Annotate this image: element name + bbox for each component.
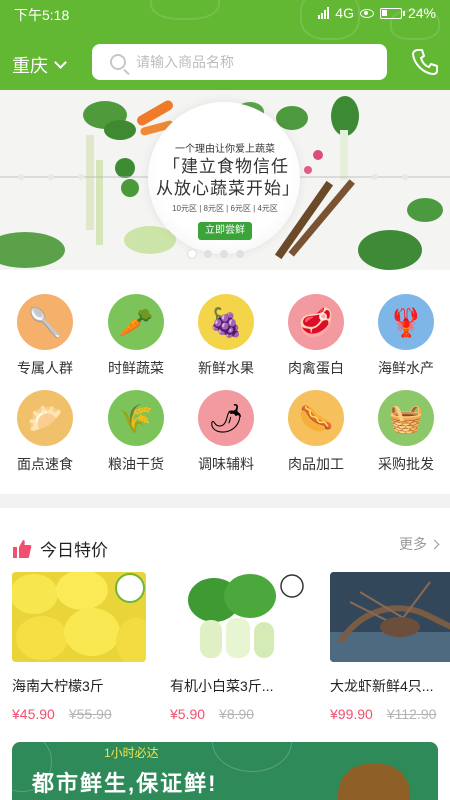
status-bar: 下午5:18 4G 24% (0, 0, 450, 28)
category-item-wholesale[interactable]: 🧺 采购批发 (366, 390, 446, 474)
product-prices: ¥99.90 ¥112.90 (330, 706, 450, 722)
banner-dot (48, 174, 54, 180)
basket-illustration (338, 764, 410, 800)
category-label: 粮油干货 (108, 456, 164, 472)
city-selector[interactable]: 重庆 (12, 52, 67, 78)
category-label: 调味辅料 (198, 456, 254, 472)
product-image (330, 572, 450, 662)
category-item-grain-oil[interactable]: 🌾 粮油干货 (96, 390, 176, 474)
basket-icon: 🧺 (378, 390, 434, 446)
banner-page-dot[interactable] (204, 250, 212, 258)
product-price: ¥5.90 (170, 706, 206, 722)
deals-title: 今日特价 (40, 541, 108, 560)
bok-choy-image (170, 572, 304, 662)
category-item-exclusive[interactable]: 🥄 专属人群 (5, 294, 85, 378)
lobster-image (330, 572, 450, 662)
delivery-promo-banner[interactable]: 1小时必达 都市鲜生,保证鲜! (12, 742, 438, 800)
fruits-icon: 🍇 (198, 294, 254, 350)
city-label: 重庆 (12, 56, 48, 76)
product-price: ¥45.90 (12, 706, 55, 722)
product-card-bok-choy[interactable]: 有机小白菜3斤... ¥5.90 ¥8.90 (170, 572, 304, 722)
category-label: 肉禽蛋白 (288, 360, 344, 376)
banner-title: 「建立食物信任 从放心蔬菜开始」 (156, 156, 300, 200)
battery-icon (379, 7, 405, 19)
banner-title-line2: 从放心蔬菜开始」 (156, 179, 300, 198)
header-bar: 下午5:18 4G 24% 重庆 (0, 0, 450, 90)
banner-page-dot[interactable] (220, 250, 228, 258)
network-type: 4G (335, 5, 354, 21)
dumpling-icon: 🥟 (17, 390, 73, 446)
product-old-price: ¥8.90 (219, 706, 255, 722)
product-prices: ¥45.90 ¥55.90 (12, 706, 146, 722)
search-box[interactable] (92, 44, 387, 80)
promo-decoration (212, 742, 292, 772)
category-item-seasoning[interactable]: 🌶 调味辅料 (186, 390, 266, 474)
section-divider (0, 494, 450, 508)
product-name: 有机小白菜3斤... (170, 678, 274, 694)
category-label: 面点速食 (17, 456, 73, 472)
more-link[interactable]: 更多 (399, 534, 440, 554)
product-image (12, 572, 146, 662)
category-label: 新鲜水果 (198, 360, 254, 376)
search-icon (110, 54, 126, 70)
banner-pagination[interactable] (188, 250, 244, 258)
seafood-icon: 🦞 (378, 294, 434, 350)
thumbs-up-icon (13, 539, 32, 558)
promo-big-text: 都市鲜生,保证鲜! (32, 771, 218, 796)
category-label: 采购批发 (378, 456, 434, 472)
banner-dot (78, 174, 84, 180)
category-item-fruits[interactable]: 🍇 新鲜水果 (186, 294, 266, 378)
product-name: 大龙虾新鲜4只... (330, 678, 434, 694)
search-input[interactable] (136, 54, 356, 70)
phone-icon[interactable] (412, 48, 438, 76)
battery-percent: 24% (407, 5, 436, 21)
signal-icon (318, 7, 330, 19)
banner-dot (402, 174, 408, 180)
lemon-image (12, 572, 146, 662)
category-label: 专属人群 (17, 360, 73, 376)
banner-page-dot[interactable] (188, 250, 196, 258)
chevron-right-icon (429, 539, 440, 549)
category-item-seafood[interactable]: 🦞 海鲜水产 (366, 294, 446, 378)
status-right: 4G 24% (318, 5, 436, 21)
product-prices: ¥5.90 ¥8.90 (170, 706, 304, 722)
banner-dot (372, 174, 378, 180)
category-label: 海鲜水产 (378, 360, 434, 376)
sausage-icon: 🌭 (288, 390, 344, 446)
product-card-lobster[interactable]: 大龙虾新鲜4只... ¥99.90 ¥112.90 (330, 572, 450, 722)
spice-icon: 🌶 (198, 390, 254, 446)
category-grid: 🥄 专属人群 🥕 时鲜蔬菜 🍇 新鲜水果 🥩 肉禽蛋白 🦞 海鲜水产 🥟 面点速… (0, 284, 450, 484)
status-time: 下午5:18 (14, 7, 70, 23)
vegetables-icon: 🥕 (108, 294, 164, 350)
banner-title-line1: 「建立食物信任 (163, 157, 289, 176)
promo-small-text: 1小时必达 (104, 746, 159, 760)
category-item-meat-egg[interactable]: 🥩 肉禽蛋白 (276, 294, 356, 378)
promo-banner[interactable]: 一个理由让你爱上蔬菜 「建立食物信任 从放心蔬菜开始」 10元区 | 8元区 |… (0, 90, 450, 270)
product-old-price: ¥55.90 (68, 706, 112, 722)
product-name: 海南大柠檬3斤 (12, 678, 104, 694)
banner-tagline: 一个理由让你爱上蔬菜 (175, 144, 275, 155)
app-screen: 下午5:18 4G 24% 重庆 请输入商品名称 一个理由让你爱上蔬菜 「建立食… (0, 0, 450, 800)
category-item-pastry[interactable]: 🥟 面点速食 (5, 390, 85, 474)
chef-utensils-icon: 🥄 (17, 294, 73, 350)
banner-page-dot[interactable] (236, 250, 244, 258)
product-card-lemon[interactable]: 海南大柠檬3斤 ¥45.90 ¥55.90 (12, 572, 146, 722)
banner-dot (18, 174, 24, 180)
meat-egg-icon: 🥩 (288, 294, 344, 350)
product-image (170, 572, 304, 662)
category-item-processed-meat[interactable]: 🌭 肉品加工 (276, 390, 356, 474)
deals-header: 今日特价 (12, 536, 108, 561)
try-now-button[interactable]: 立即尝鲜 (198, 222, 252, 240)
product-price: ¥99.90 (330, 706, 373, 722)
category-item-vegetables[interactable]: 🥕 时鲜蔬菜 (96, 294, 176, 378)
grain-oil-icon: 🌾 (108, 390, 164, 446)
product-old-price: ¥112.90 (386, 706, 437, 722)
eye-icon (359, 8, 374, 18)
more-label: 更多 (399, 536, 427, 552)
category-label: 肉品加工 (288, 456, 344, 472)
banner-price-zones: 10元区 | 8元区 | 6元区 | 4元区 (172, 204, 278, 213)
category-label: 时鲜蔬菜 (108, 360, 164, 376)
chevron-down-icon (54, 56, 67, 69)
